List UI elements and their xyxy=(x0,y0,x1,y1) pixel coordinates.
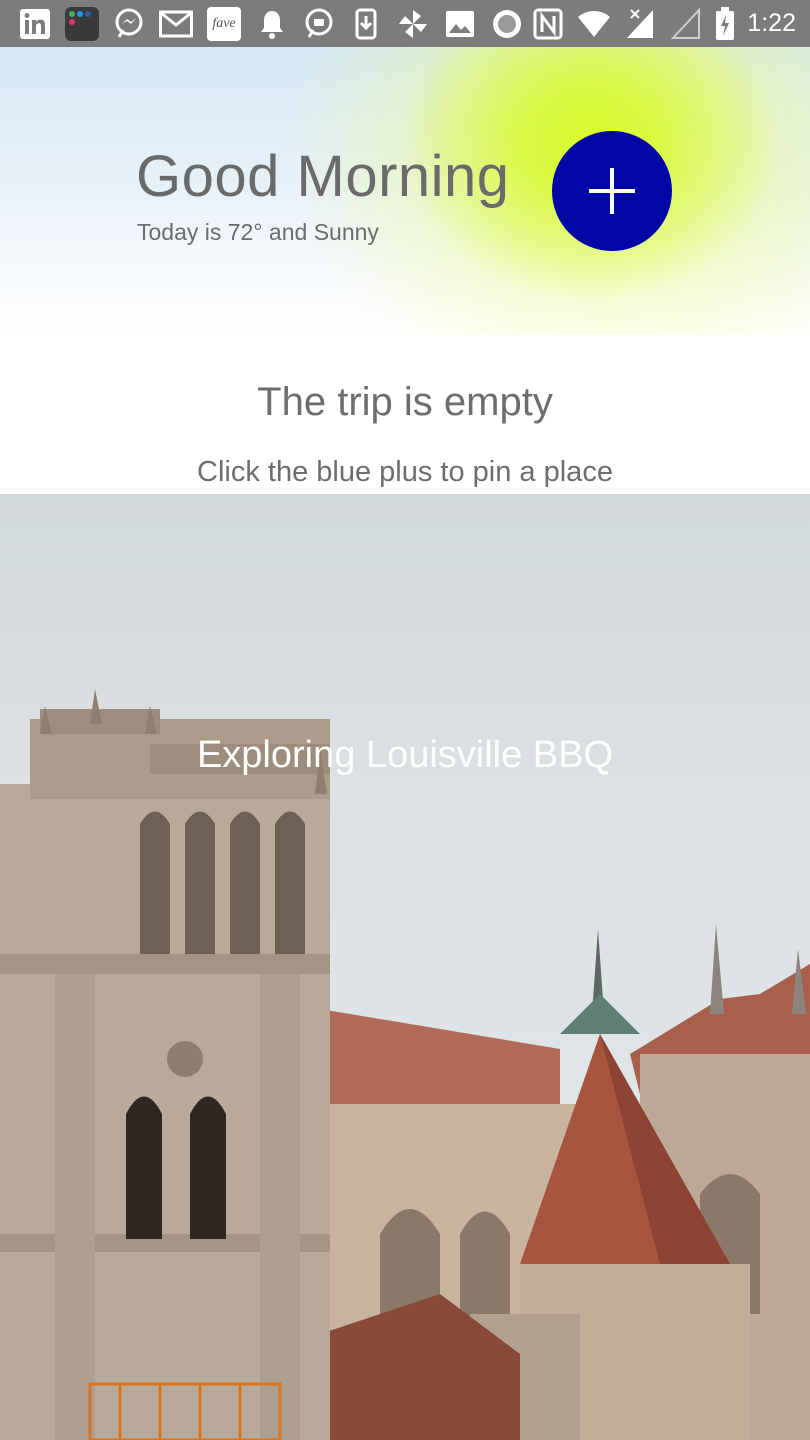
download-icon xyxy=(349,7,383,41)
cathedral-image xyxy=(0,689,810,1440)
trip-card[interactable]: Exploring Louisville BBQ xyxy=(0,494,810,1440)
add-place-button[interactable] xyxy=(552,131,672,251)
fave-label: fave xyxy=(212,15,236,31)
record-icon xyxy=(490,7,524,41)
wifi-icon xyxy=(577,7,611,41)
greeting-title: Good Morning xyxy=(136,144,510,209)
status-bar: fave 1:22 xyxy=(0,0,810,47)
notification-bell-icon xyxy=(255,7,289,41)
signal-empty-icon xyxy=(669,7,703,41)
nfc-icon xyxy=(531,7,565,41)
trip-title: Exploring Louisville BBQ xyxy=(196,734,614,776)
image-icon xyxy=(443,7,477,41)
weather-summary: Today is 72° and Sunny xyxy=(137,219,379,245)
battery-charging-icon xyxy=(715,6,735,41)
pinwheel-icon xyxy=(396,7,430,41)
messenger-icon xyxy=(112,7,146,41)
app-folder-icon xyxy=(65,6,99,41)
fave-icon: fave xyxy=(206,6,242,41)
empty-state-title: The trip is empty xyxy=(257,380,553,424)
gmail-icon xyxy=(159,7,193,41)
clock: 1:22 xyxy=(747,9,796,37)
empty-state-subtitle: Click the blue plus to pin a place xyxy=(197,456,613,488)
plus-icon xyxy=(589,168,635,214)
greeting-header: Good Morning Today is 72° and Sunny xyxy=(0,47,810,335)
signal-icon xyxy=(623,7,657,41)
messenger-icon xyxy=(302,7,336,41)
notification-icons: fave xyxy=(18,6,524,41)
linkedin-icon xyxy=(18,7,52,41)
system-status: 1:22 xyxy=(531,6,796,41)
